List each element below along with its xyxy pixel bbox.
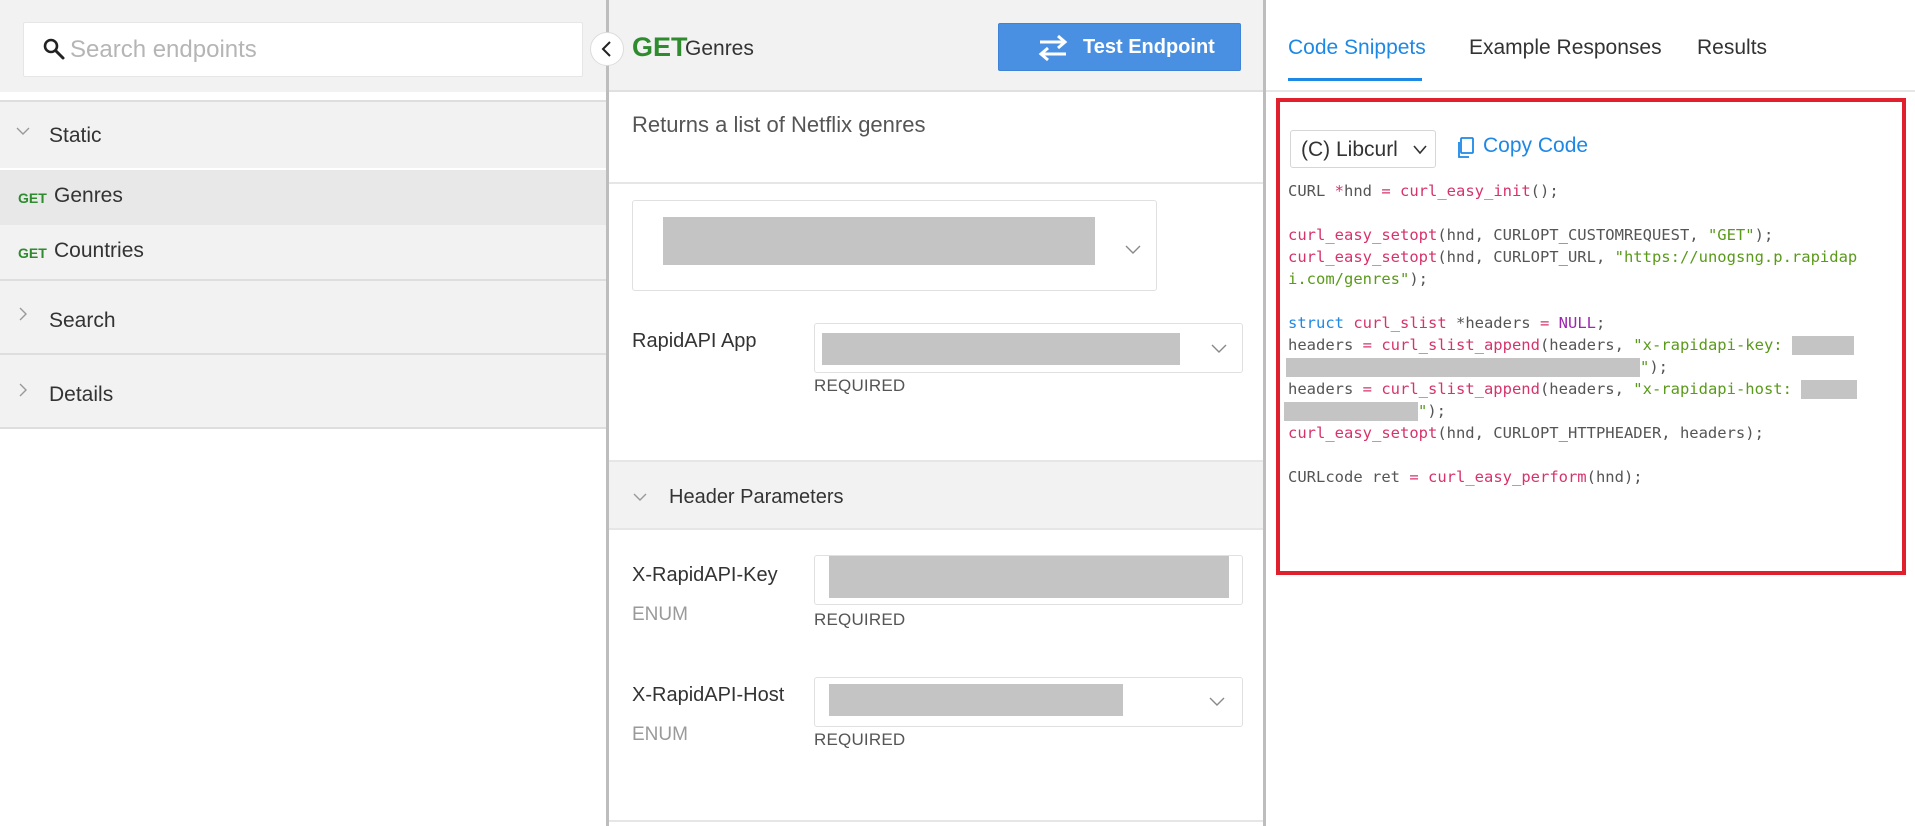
copy-icon[interactable] — [1456, 137, 1474, 159]
sidebar-search-area — [0, 0, 606, 92]
active-tab-indicator — [1288, 78, 1422, 81]
divider — [609, 182, 1263, 184]
redacted-api-host — [1284, 402, 1418, 421]
chevron-left-icon — [601, 41, 611, 57]
redacted-value — [829, 556, 1229, 598]
sidebar-group-label: Search — [49, 309, 116, 332]
redacted-api-key — [1286, 358, 1640, 377]
divider — [609, 820, 1263, 822]
code-line: CURLcode ret = curl_easy_perform(hnd); — [1288, 468, 1643, 486]
code-line: headers = curl_slist_append(headers, "x-… — [1288, 334, 1854, 356]
sidebar-endpoint-countries[interactable]: GET Countries — [0, 225, 606, 280]
sidebar-group-static[interactable]: Static — [0, 100, 606, 168]
chevron-right-icon — [19, 383, 27, 397]
param-name: X-RapidAPI-Key — [632, 564, 778, 586]
redacted-value — [829, 684, 1123, 716]
sidebar-group-label: Details — [49, 383, 114, 406]
endpoint-method: GET — [632, 32, 688, 62]
code-line: curl_easy_setopt(hnd, CURLOPT_CUSTOMREQU… — [1288, 226, 1774, 244]
method-badge: GET — [18, 245, 47, 261]
test-endpoint-label: Test Endpoint — [1083, 36, 1215, 58]
endpoint-description: Returns a list of Netflix genres — [632, 112, 926, 137]
sidebar-group-search[interactable]: Search — [0, 279, 606, 353]
code-panel-tabs: Code Snippets Example Responses Results — [1266, 0, 1915, 92]
chevron-down-icon — [1125, 245, 1141, 254]
chevron-down-icon — [633, 493, 647, 501]
endpoint-name: Countries — [54, 239, 144, 262]
x-rapidapi-host-select[interactable] — [814, 677, 1243, 727]
endpoint-title: Genres — [685, 37, 754, 60]
tab-results[interactable]: Results — [1697, 36, 1767, 60]
chevron-down-icon — [16, 127, 30, 135]
swap-arrows-icon — [1038, 34, 1068, 62]
code-snippet-box: (C) Libcurl Copy Code CURL *hnd = curl_e… — [1276, 98, 1906, 575]
chevron-down-icon — [1413, 145, 1427, 155]
rapidapi-app-select[interactable] — [814, 323, 1243, 373]
code-line: i.com/genres"); — [1288, 270, 1428, 288]
required-label: REQUIRED — [814, 376, 906, 395]
header-parameters-section[interactable]: Header Parameters — [609, 460, 1263, 530]
account-select[interactable] — [632, 200, 1157, 291]
sidebar-group-details[interactable]: Details — [0, 353, 606, 429]
code-line: curl_easy_setopt(hnd, CURLOPT_URL, "http… — [1288, 248, 1858, 266]
chevron-down-icon — [1209, 697, 1225, 706]
redacted-api-key — [1791, 336, 1854, 355]
chevron-right-icon — [19, 307, 27, 321]
required-label: REQUIRED — [814, 610, 906, 629]
code-line: struct curl_slist *headers = NULL; — [1288, 314, 1606, 332]
code-line: "); — [1286, 356, 1668, 378]
chevron-down-icon — [1211, 344, 1227, 353]
sidebar-endpoint-genres[interactable]: GET Genres — [0, 170, 606, 225]
method-badge: GET — [18, 190, 47, 206]
param-type: ENUM — [632, 724, 688, 745]
search-icon — [43, 38, 65, 60]
code-line: CURL *hnd = curl_easy_init(); — [1288, 182, 1559, 200]
code-line: "); — [1284, 400, 1446, 422]
redacted-value — [822, 333, 1180, 365]
header-parameters-title: Header Parameters — [669, 486, 844, 508]
test-endpoint-button[interactable]: Test Endpoint — [998, 23, 1241, 71]
x-rapidapi-key-input[interactable] — [814, 555, 1243, 605]
search-box[interactable] — [23, 22, 583, 77]
required-label: REQUIRED — [814, 730, 906, 749]
collapse-sidebar-button[interactable] — [590, 32, 624, 66]
tab-code-snippets[interactable]: Code Snippets — [1288, 36, 1426, 60]
param-type: ENUM — [632, 604, 688, 625]
endpoint-name: Genres — [54, 184, 123, 207]
code-panel: Code Snippets Example Responses Results … — [1266, 0, 1915, 826]
param-name: X-RapidAPI-Host — [632, 684, 785, 706]
copy-code-button[interactable]: Copy Code — [1483, 134, 1588, 158]
endpoint-header: GET Genres Test Endpoint — [609, 0, 1263, 92]
code-line: curl_easy_setopt(hnd, CURLOPT_HTTPHEADER… — [1288, 424, 1764, 442]
endpoint-sidebar: Static GET Genres GET Countries Search D… — [0, 0, 606, 826]
tab-example-responses[interactable]: Example Responses — [1469, 36, 1662, 60]
redacted-api-host — [1801, 380, 1858, 399]
endpoint-details-panel: GET Genres Test Endpoint Returns a list … — [609, 0, 1263, 826]
search-input[interactable] — [70, 31, 570, 69]
rapidapi-app-label: RapidAPI App — [632, 330, 757, 352]
language-value: (C) Libcurl — [1301, 138, 1398, 161]
redacted-value — [663, 217, 1095, 265]
sidebar-group-label: Static — [49, 124, 102, 147]
code-line: headers = curl_slist_append(headers, "x-… — [1288, 378, 1858, 400]
language-select[interactable]: (C) Libcurl — [1290, 130, 1436, 168]
